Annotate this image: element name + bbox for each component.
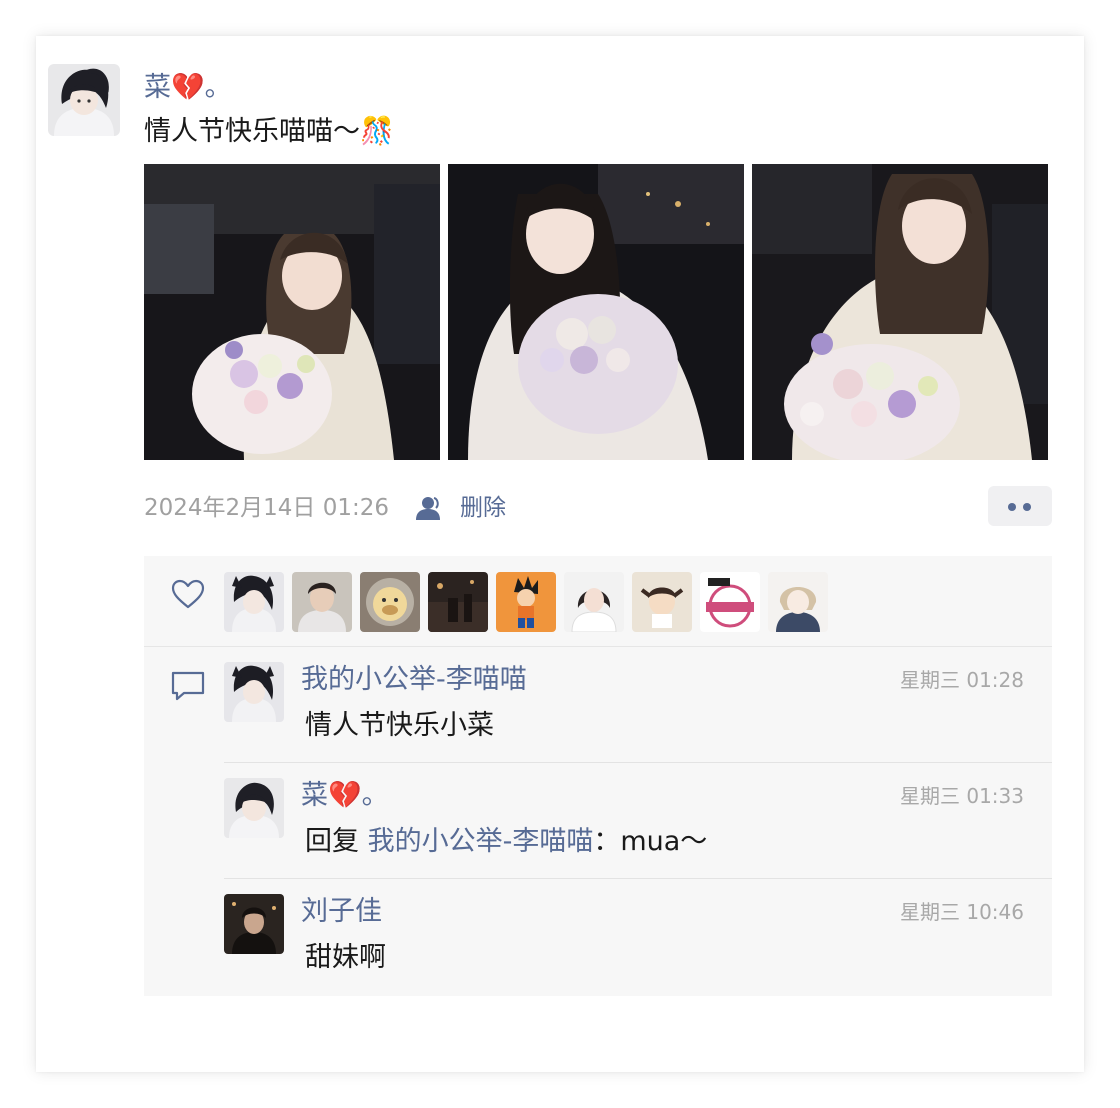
author-avatar[interactable] <box>48 64 120 136</box>
more-actions-button[interactable] <box>988 486 1052 526</box>
reply-body: ：mua～ <box>593 826 708 857</box>
comment-text: 甜妹啊 <box>305 942 386 973</box>
heart-outline-icon <box>170 578 206 610</box>
comment-item[interactable]: 菜💔。 星期三 01:33 回复 我的小公举-李喵喵：mua～ <box>224 762 1052 878</box>
liker-avatar[interactable] <box>768 572 828 632</box>
comment-time: 星期三 10:46 <box>900 900 1024 924</box>
commenter-avatar[interactable] <box>224 778 284 838</box>
liker-avatar[interactable] <box>360 572 420 632</box>
commenter-name[interactable]: 菜💔。 <box>301 776 389 816</box>
comment-time: 星期三 01:28 <box>900 668 1024 692</box>
liker-avatar[interactable] <box>632 572 692 632</box>
delete-button[interactable]: 删除 <box>460 488 506 528</box>
reply-prefix: 回复 <box>305 826 368 857</box>
comment-time: 星期三 01:33 <box>900 784 1024 808</box>
commenter-avatar[interactable] <box>224 662 284 722</box>
liker-avatar[interactable] <box>428 572 488 632</box>
post-photo-3[interactable] <box>752 164 1048 460</box>
commenter-avatar[interactable] <box>224 894 284 954</box>
liker-avatar[interactable] <box>224 572 284 632</box>
liker-avatar[interactable] <box>496 572 556 632</box>
reply-target-name[interactable]: 我的小公举-李喵喵 <box>368 826 594 857</box>
liker-avatar[interactable] <box>292 572 352 632</box>
comment-text: 回复 我的小公举-李喵喵：mua～ <box>305 822 707 862</box>
post-meta-row: 2024年2月14日 01:26 删除 <box>144 486 1052 528</box>
author-name[interactable]: 菜💔。 <box>144 68 232 108</box>
post-photo-1[interactable] <box>144 164 440 460</box>
liker-avatar[interactable] <box>700 572 760 632</box>
post-photo-2[interactable] <box>448 164 744 460</box>
moments-post-card: 菜💔。 情人节快乐喵喵～🎊 2024年2月14日 01:26 删除 我的小公举-… <box>36 36 1084 1072</box>
dot-icon <box>1008 503 1016 511</box>
comment-item[interactable]: 刘子佳 星期三 10:46 甜妹啊 <box>224 878 1052 994</box>
commenter-name[interactable]: 我的小公举-李喵喵 <box>301 660 527 700</box>
post-timestamp: 2024年2月14日 01:26 <box>144 495 390 521</box>
liker-avatar[interactable] <box>564 572 624 632</box>
person-icon[interactable] <box>412 496 444 520</box>
post-text: 情人节快乐喵喵～🎊 <box>144 116 394 147</box>
commenter-name[interactable]: 刘子佳 <box>301 892 382 932</box>
likes-comments-panel: 我的小公举-李喵喵 星期三 01:28 情人节快乐小菜 菜💔。 星期三 01:3… <box>144 556 1052 996</box>
likes-row <box>144 556 1052 646</box>
comment-item[interactable]: 我的小公举-李喵喵 星期三 01:28 情人节快乐小菜 <box>224 646 1052 762</box>
dot-icon <box>1023 503 1031 511</box>
speech-bubble-icon <box>170 670 206 702</box>
comment-text: 情人节快乐小菜 <box>305 710 494 741</box>
